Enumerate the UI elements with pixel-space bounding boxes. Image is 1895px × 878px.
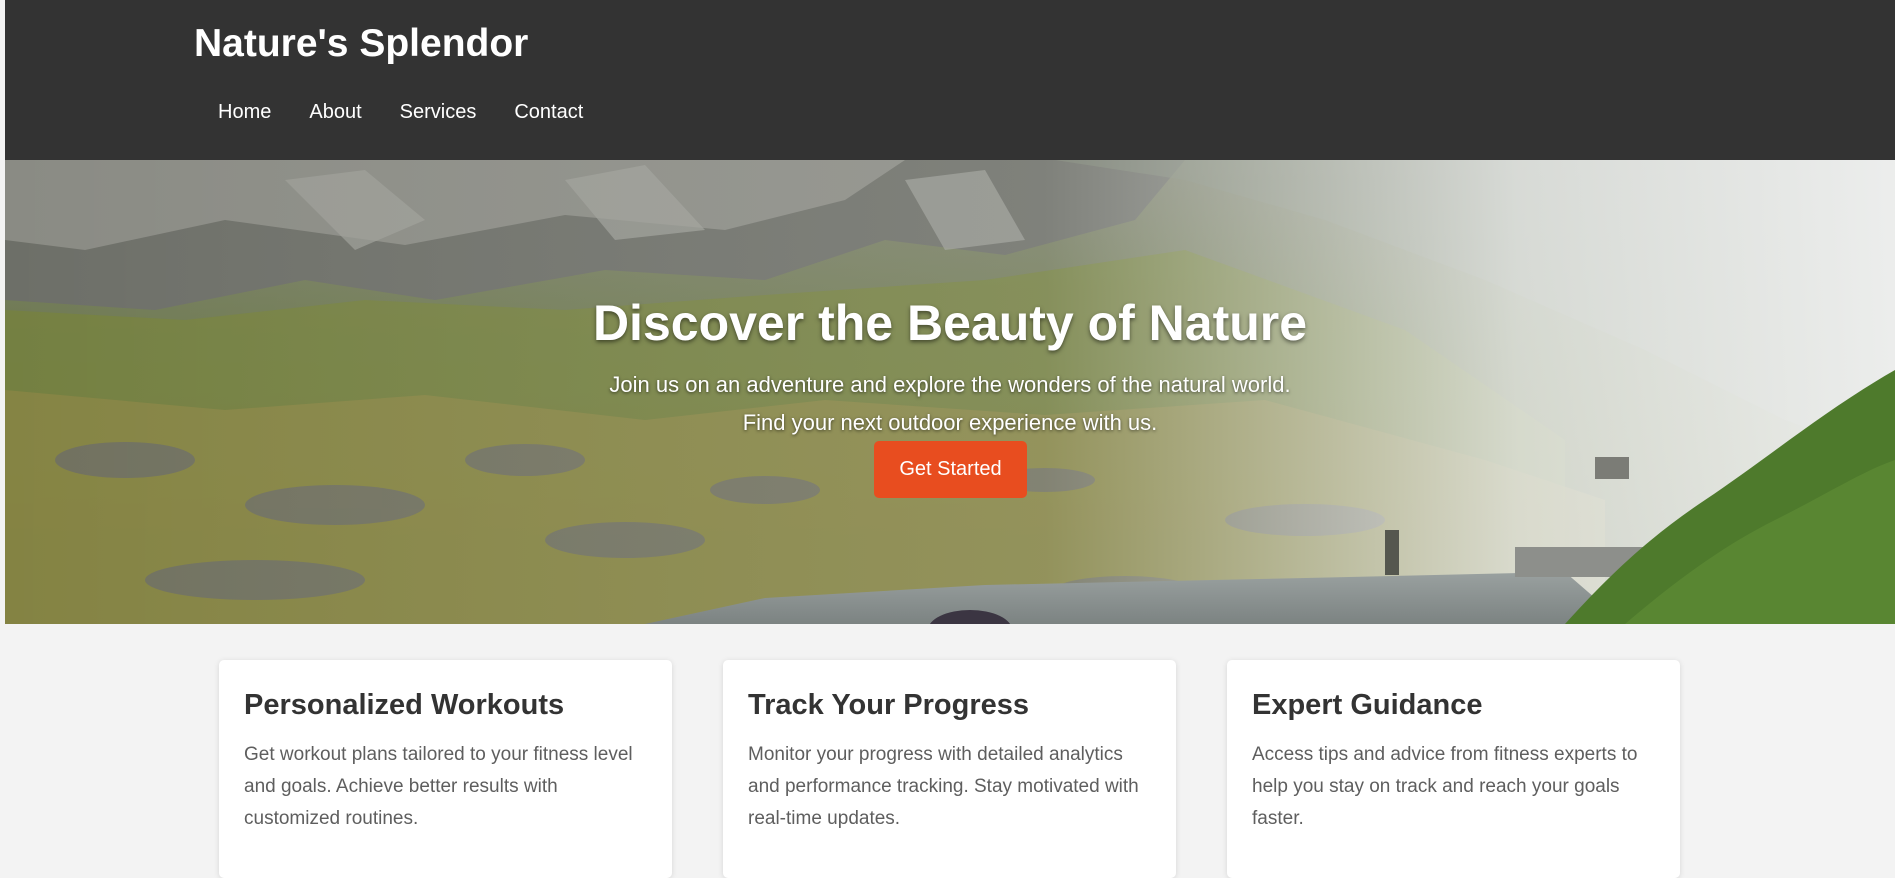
feature-card-title: Expert Guidance	[1252, 689, 1483, 721]
site-header: Nature's Splendor Home About Services Co…	[5, 0, 1895, 160]
nav-link-contact[interactable]: Contact	[495, 97, 602, 127]
feature-card-track-progress: Track Your Progress Monitor your progres…	[723, 660, 1176, 878]
window-edge	[0, 0, 5, 875]
nav-link-home[interactable]: Home	[199, 97, 290, 127]
feature-card-title: Track Your Progress	[748, 689, 1030, 721]
nav-link-about[interactable]: About	[290, 97, 380, 127]
nav-link-services[interactable]: Services	[381, 97, 496, 127]
features-section: Personalized Workouts Get workout plans …	[0, 624, 1895, 878]
hero-title: Discover the Beauty of Nature	[592, 295, 1308, 351]
feature-card-text: Get workout plans tailored to your fitne…	[244, 744, 633, 829]
feature-card-title: Personalized Workouts	[244, 689, 565, 721]
site-brand[interactable]: Nature's Splendor	[194, 21, 528, 67]
main-nav: Home About Services Contact	[199, 97, 602, 127]
hero-subtitle: Join us on an adventure and explore the …	[5, 366, 1895, 442]
feature-card-expert-guidance: Expert Guidance Access tips and advice f…	[1227, 660, 1680, 878]
get-started-button[interactable]: Get Started	[874, 441, 1027, 498]
feature-card-text: Access tips and advice from fitness expe…	[1252, 744, 1638, 829]
feature-card-text: Monitor your progress with detailed anal…	[748, 744, 1139, 829]
hero-subtitle-line: Find your next outdoor experience with u…	[742, 410, 1158, 435]
feature-card-personalized-workouts: Personalized Workouts Get workout plans …	[219, 660, 672, 878]
hero-subtitle-line: Join us on an adventure and explore the …	[609, 372, 1291, 397]
hero-banner: Discover the Beauty of Nature Join us on…	[5, 160, 1895, 624]
